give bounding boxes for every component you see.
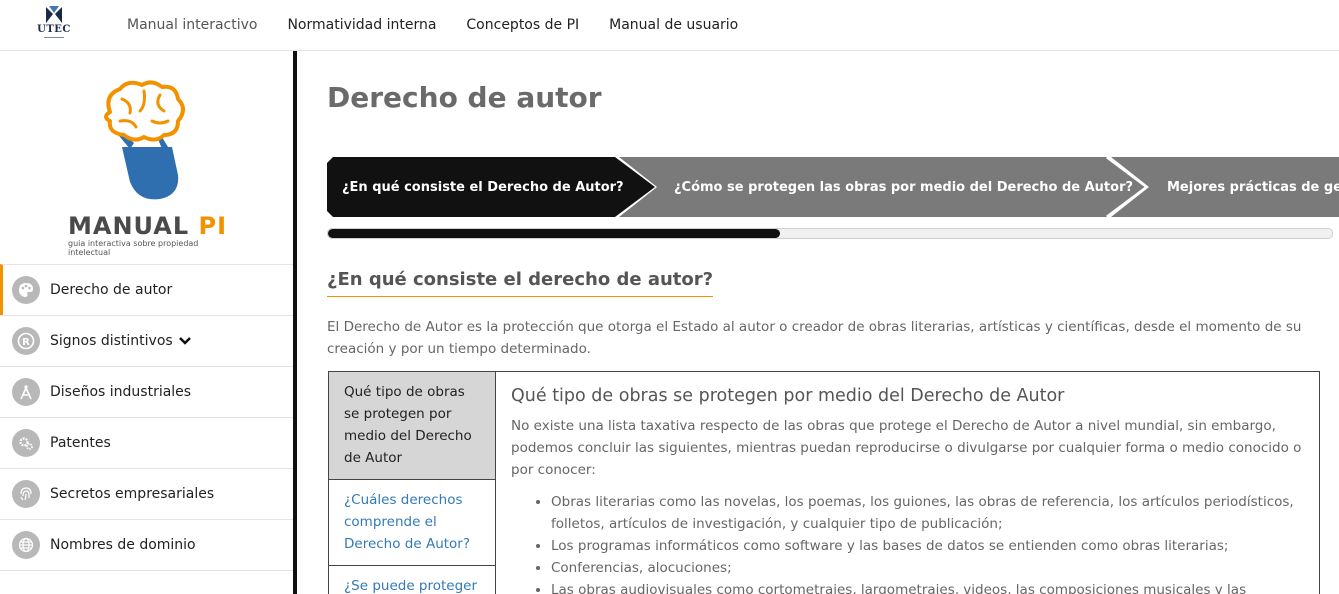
manual-pi-logo[interactable]: MANUAL PI guia interactiva sobre propied… (60, 77, 230, 257)
utec-logo-text: UTEC (37, 24, 71, 35)
section-title: ¿En qué consiste el derecho de autor? (327, 269, 714, 297)
progress-bar-fill (328, 229, 780, 238)
globe-icon (12, 531, 40, 559)
sidebar: MANUAL PI guia interactiva sobre propied… (0, 51, 293, 594)
sidebar-item-label: Patentes (50, 435, 111, 451)
sidebar-item-disenos-industriales[interactable]: Diseños industriales (0, 366, 293, 417)
gears-icon (12, 429, 40, 457)
list-item: Los programas informáticos como software… (551, 535, 1311, 557)
logo-title: MANUAL PI (68, 212, 228, 240)
sidebar-item-nombres-de-dominio[interactable]: Nombres de dominio (0, 519, 293, 571)
sidebar-item-label: Diseños industriales (50, 384, 192, 400)
registered-icon: R (12, 327, 40, 355)
step-wizard: ¿En qué consiste el Derecho de Autor? ¿C… (327, 157, 1339, 217)
list-item: Las obras audiovisuales como cortometraj… (551, 579, 1311, 594)
progress-bar (327, 228, 1333, 239)
top-navbar: UTEC Manual interactivo Normatividad int… (0, 0, 1339, 51)
brain-hand-logo-icon (104, 80, 185, 200)
page-title: Derecho de autor (327, 81, 602, 114)
compass-icon (12, 378, 40, 406)
sidebar-item-derecho-de-autor[interactable]: Derecho de autor (0, 264, 293, 315)
sidebar-item-label: Nombres de dominio (50, 537, 196, 553)
tab-content-title: Qué tipo de obras se protegen por medio … (511, 386, 1065, 406)
vtab-tipos-de-obras[interactable]: Qué tipo de obras se protegen por medio … (329, 372, 495, 480)
vtab-se-puede-proteger[interactable]: ¿Se puede proteger (329, 566, 495, 594)
fingerprint-icon (12, 480, 40, 508)
palette-icon (12, 276, 40, 304)
step-1-label: ¿En qué consiste el Derecho de Autor? (342, 179, 624, 195)
step-2-label: ¿Cómo se protegen las obras por medio de… (674, 179, 1134, 195)
step-2[interactable]: ¿Cómo se protegen las obras por medio de… (619, 157, 1149, 217)
chevron-down-icon[interactable] (178, 336, 191, 346)
list-item: Obras literarias como las novelas, los p… (551, 491, 1311, 535)
sidebar-item-signos-distintivos[interactable]: R Signos distintivos (0, 315, 293, 366)
utec-logo-mark-icon (46, 6, 62, 23)
sidebar-item-label: Derecho de autor (50, 282, 173, 298)
nav-normatividad-interna[interactable]: Normatividad interna (272, 17, 451, 33)
nav-conceptos-pi[interactable]: Conceptos de PI (451, 17, 594, 33)
nav-manual-interactivo[interactable]: Manual interactivo (112, 17, 272, 33)
list-item: Conferencias, alocuciones; (551, 557, 1311, 579)
logo-subtitle: guia interactiva sobre propiedad intelec… (68, 239, 199, 257)
step-1[interactable]: ¿En qué consiste el Derecho de Autor? (327, 157, 657, 217)
sidebar-menu: Derecho de autor R Signos distintivos Di… (0, 264, 293, 571)
main-nav: Manual interactivo Normatividad interna … (112, 0, 753, 50)
vertical-tabs: Qué tipo de obras se protegen por medio … (329, 372, 496, 594)
vtab-derechos-comprendidos[interactable]: ¿Cuáles derechos comprende el Derecho de… (329, 480, 495, 566)
sidebar-item-label: Secretos empresariales (50, 486, 215, 502)
tab-content-text: No existe una lista taxativa respecto de… (511, 418, 1302, 478)
step-3[interactable]: Mejores prácticas de gestión (1111, 157, 1339, 217)
nav-manual-usuario[interactable]: Manual de usuario (594, 17, 753, 33)
step-3-label: Mejores prácticas de gestión (1167, 179, 1339, 195)
sidebar-item-patentes[interactable]: Patentes (0, 417, 293, 468)
intro-paragraph: El Derecho de Autor es la protección que… (327, 319, 1302, 357)
svg-text:R: R (22, 337, 30, 348)
sidebar-item-label: Signos distintivos (50, 333, 173, 349)
vertical-tabs-panel: Qué tipo de obras se protegen por medio … (328, 371, 1320, 594)
works-list: Obras literarias como las novelas, los p… (511, 491, 1311, 594)
main-content: Derecho de autor ¿En qué consiste el Der… (297, 51, 1339, 594)
sidebar-item-secretos-empresariales[interactable]: Secretos empresariales (0, 468, 293, 519)
utec-logo[interactable]: UTEC (36, 5, 72, 43)
tab-content: Qué tipo de obras se protegen por medio … (511, 386, 1311, 594)
